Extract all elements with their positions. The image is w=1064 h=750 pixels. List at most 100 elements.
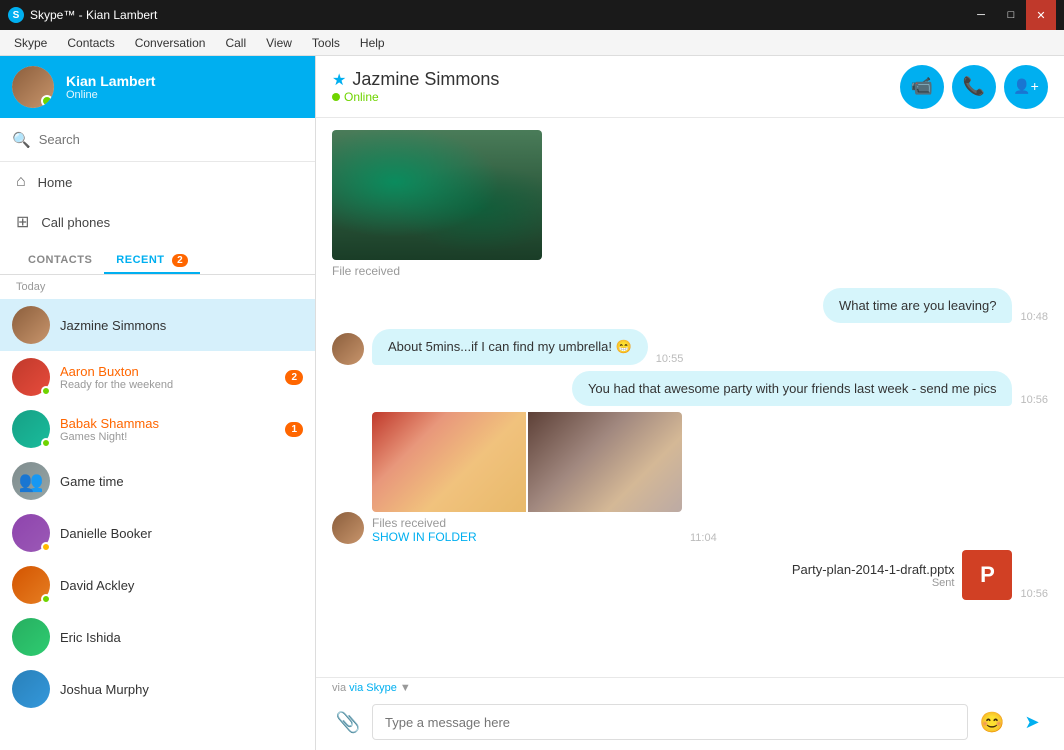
avatar-eric <box>12 618 50 656</box>
contact-item-joshua-murphy[interactable]: Joshua Murphy <box>0 663 315 715</box>
contact-info-aaron: Aaron Buxton Ready for the weekend <box>60 364 275 391</box>
message-bubble-out-1: What time are you leaving? <box>823 288 1013 323</box>
status-dot-babak <box>41 438 51 448</box>
contact-info-joshua: Joshua Murphy <box>60 682 303 697</box>
ppt-filename: Party-plan-2014-1-draft.pptx <box>792 562 955 577</box>
contact-info-babak: Babak Shammas Games Night! <box>60 416 275 443</box>
chat-status-text: Online <box>344 90 379 104</box>
contact-list: Today Jazmine Simmons Aaron Buxton Re <box>0 275 315 750</box>
avatar-game-time: 👥 <box>12 462 50 500</box>
message-input[interactable] <box>372 704 968 740</box>
video-call-button[interactable]: 📹 <box>900 65 944 109</box>
contact-item-jazmine-simmons[interactable]: Jazmine Simmons <box>0 299 315 351</box>
search-input[interactable] <box>39 132 303 147</box>
add-contact-button[interactable]: 👤+ <box>1004 65 1048 109</box>
contact-name-aaron: Aaron Buxton <box>60 364 275 379</box>
titlebar-title: Skype™ - Kian Lambert <box>30 8 157 22</box>
emoji-button[interactable]: 😊 <box>976 706 1008 738</box>
avatar-aaron <box>12 358 50 396</box>
minimize-button[interactable]: ─ <box>966 0 996 30</box>
main-layout: Kian Lambert Online 🔍 ⌂ Home ⊞ Call phon… <box>0 56 1064 750</box>
chat-actions: 📹 📞 👤+ <box>900 65 1048 109</box>
ppt-inner: Party-plan-2014-1-draft.pptx Sent P <box>792 550 1013 600</box>
incoming-image-placeholder <box>332 130 542 260</box>
contact-name-david: David Ackley <box>60 578 303 593</box>
skype-logo-icon: S <box>8 7 24 23</box>
contact-info-jazmine: Jazmine Simmons <box>60 318 303 333</box>
nav-home[interactable]: ⌂ Home <box>0 162 315 202</box>
chat-contact-info: ★ Jazmine Simmons Online <box>332 69 900 104</box>
search-bar[interactable]: 🔍 <box>0 118 315 162</box>
menu-call[interactable]: Call <box>215 30 256 56</box>
chat-area: ★ Jazmine Simmons Online 📹 📞 👤+ <box>316 56 1064 750</box>
contact-info-game-time: Game time <box>60 474 303 489</box>
message-time-in-1: 10:55 <box>656 353 684 365</box>
status-dot-danielle <box>41 542 51 552</box>
chat-status: Online <box>332 90 900 104</box>
nav-home-label: Home <box>38 175 73 190</box>
menu-view[interactable]: View <box>256 30 302 56</box>
avatar-image-eric <box>12 618 50 656</box>
contact-badge-babak: 1 <box>285 422 303 437</box>
menu-conversation[interactable]: Conversation <box>125 30 216 56</box>
menu-tools[interactable]: Tools <box>302 30 350 56</box>
titlebar: S Skype™ - Kian Lambert ─ □ ✕ <box>0 0 1064 30</box>
audio-call-button[interactable]: 📞 <box>952 65 996 109</box>
nav-call-phones[interactable]: ⊞ Call phones <box>0 202 315 242</box>
avatar-joshua <box>12 670 50 708</box>
message-time-ppt: 10:56 <box>1020 588 1048 600</box>
tab-contacts[interactable]: CONTACTS <box>16 246 104 274</box>
menubar: Skype Contacts Conversation Call View To… <box>0 30 1064 56</box>
close-button[interactable]: ✕ <box>1026 0 1056 30</box>
avatar-image-joshua <box>12 670 50 708</box>
message-bubble-out-2: You had that awesome party with your fri… <box>572 371 1013 406</box>
attach-button[interactable]: 📎 <box>332 706 364 738</box>
contact-item-david-ackley[interactable]: David Ackley <box>0 559 315 611</box>
incoming-files-message: Files received SHOW IN FOLDER 11:04 <box>332 412 1048 544</box>
contact-badge-aaron: 2 <box>285 370 303 385</box>
home-icon: ⌂ <box>16 173 26 191</box>
via-skype-link[interactable]: via Skype <box>349 682 397 694</box>
send-button[interactable]: ➤ <box>1016 706 1048 738</box>
outgoing-message-1: What time are you leaving? 10:48 <box>332 288 1048 323</box>
incoming-avatar-1 <box>332 333 364 365</box>
contact-info-david: David Ackley <box>60 578 303 593</box>
call-phones-icon: ⊞ <box>16 212 29 232</box>
chat-header: ★ Jazmine Simmons Online 📹 📞 👤+ <box>316 56 1064 118</box>
files-image-right <box>528 412 682 512</box>
avatar-image-game-time: 👥 <box>12 462 50 500</box>
files-received-label: Files received <box>372 516 682 530</box>
contact-item-danielle-booker[interactable]: Danielle Booker <box>0 507 315 559</box>
avatar-danielle <box>12 514 50 552</box>
contact-item-eric-ishida[interactable]: Eric Ishida <box>0 611 315 663</box>
contact-item-aaron-buxton[interactable]: Aaron Buxton Ready for the weekend 2 <box>0 351 315 403</box>
tab-recent[interactable]: RECENT 2 <box>104 246 200 274</box>
contact-name-babak: Babak Shammas <box>60 416 275 431</box>
chat-input-area: via via Skype ▼ 📎 😊 ➤ <box>316 677 1064 750</box>
contact-item-game-time[interactable]: 👥 Game time <box>0 455 315 507</box>
message-time-1: 10:48 <box>1020 311 1048 323</box>
menu-skype[interactable]: Skype <box>4 30 57 56</box>
favorite-star-icon[interactable]: ★ <box>332 70 346 90</box>
menu-help[interactable]: Help <box>350 30 395 56</box>
profile-avatar <box>12 66 54 108</box>
via-arrow-icon[interactable]: ▼ <box>400 682 411 694</box>
profile-header: Kian Lambert Online <box>0 56 315 118</box>
profile-info: Kian Lambert Online <box>66 73 155 101</box>
menu-contacts[interactable]: Contacts <box>57 30 124 56</box>
chat-messages: File received What time are you leaving?… <box>316 118 1064 677</box>
avatar-image-jazmine <box>12 306 50 344</box>
contact-item-babak-shammas[interactable]: Babak Shammas Games Night! 1 <box>0 403 315 455</box>
incoming-image-message: File received <box>332 130 1048 278</box>
profile-name: Kian Lambert <box>66 73 155 89</box>
maximize-button[interactable]: □ <box>996 0 1026 30</box>
message-bubble-in-1: About 5mins...if I can find my umbrella!… <box>372 329 648 365</box>
incoming-avatar-files <box>332 512 364 544</box>
sidebar: Kian Lambert Online 🔍 ⌂ Home ⊞ Call phon… <box>0 56 316 750</box>
titlebar-left: S Skype™ - Kian Lambert <box>8 7 157 23</box>
nav-call-phones-label: Call phones <box>41 215 110 230</box>
files-image-grid <box>372 412 682 512</box>
tabs: CONTACTS RECENT 2 <box>0 246 315 275</box>
show-in-folder-link[interactable]: SHOW IN FOLDER <box>372 530 682 544</box>
avatar-david <box>12 566 50 604</box>
